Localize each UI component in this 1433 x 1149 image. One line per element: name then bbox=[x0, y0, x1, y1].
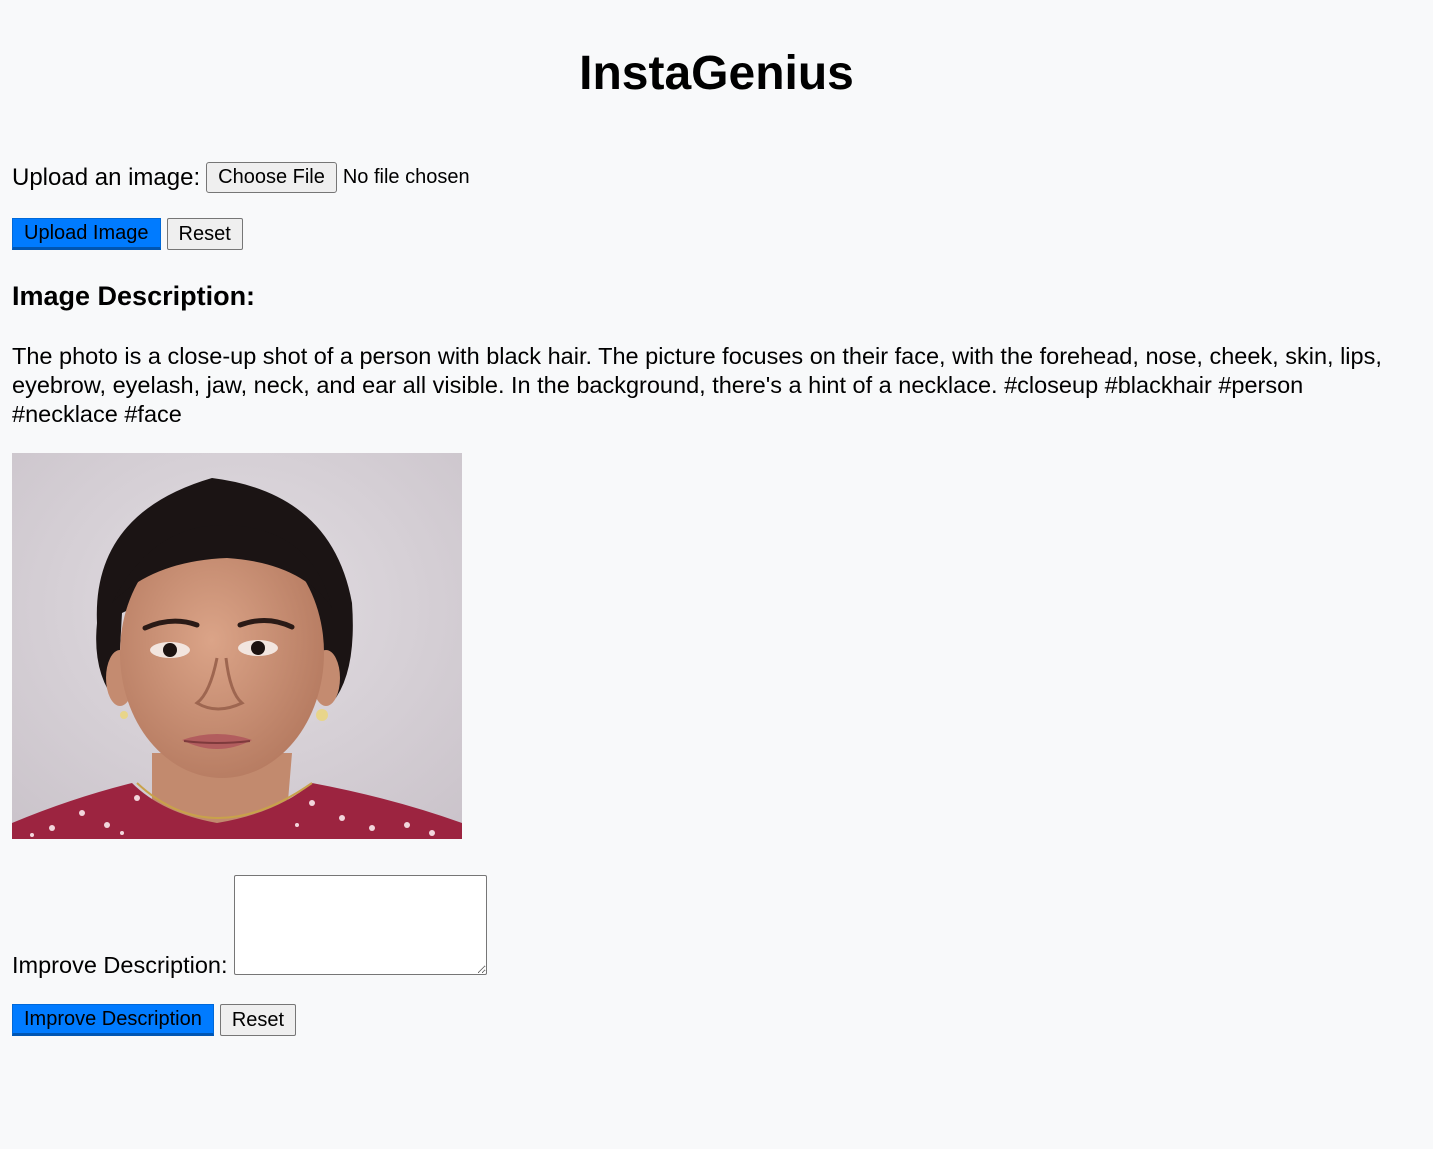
upload-actions: Upload Image Reset bbox=[12, 218, 243, 250]
improve-row: Improve Description: bbox=[12, 875, 487, 978]
page: InstaGenius Upload an image: Choose File… bbox=[0, 0, 1433, 1149]
file-status: No file chosen bbox=[342, 166, 470, 188]
uploaded-photo bbox=[12, 453, 462, 839]
improve-label: Improve Description: bbox=[12, 952, 228, 978]
portrait-image bbox=[12, 453, 462, 839]
description-heading: Image Description: bbox=[12, 281, 256, 311]
improve-actions: Improve Description Reset bbox=[12, 1004, 297, 1036]
upload-reset-button[interactable]: Reset bbox=[166, 218, 243, 250]
upload-label: Upload an image: bbox=[12, 163, 201, 191]
choose-file-button[interactable]: Choose File bbox=[206, 162, 337, 193]
upload-row: Upload an image: Choose File No file cho… bbox=[12, 162, 470, 193]
description-text: The photo is a close-up shot of a person… bbox=[12, 343, 1382, 427]
upload-image-button[interactable]: Upload Image bbox=[12, 218, 161, 250]
improve-description-textarea[interactable] bbox=[233, 875, 487, 975]
improve-description-button[interactable]: Improve Description bbox=[12, 1004, 214, 1036]
improve-reset-button[interactable]: Reset bbox=[219, 1004, 297, 1036]
app-title: InstaGenius bbox=[579, 47, 854, 100]
